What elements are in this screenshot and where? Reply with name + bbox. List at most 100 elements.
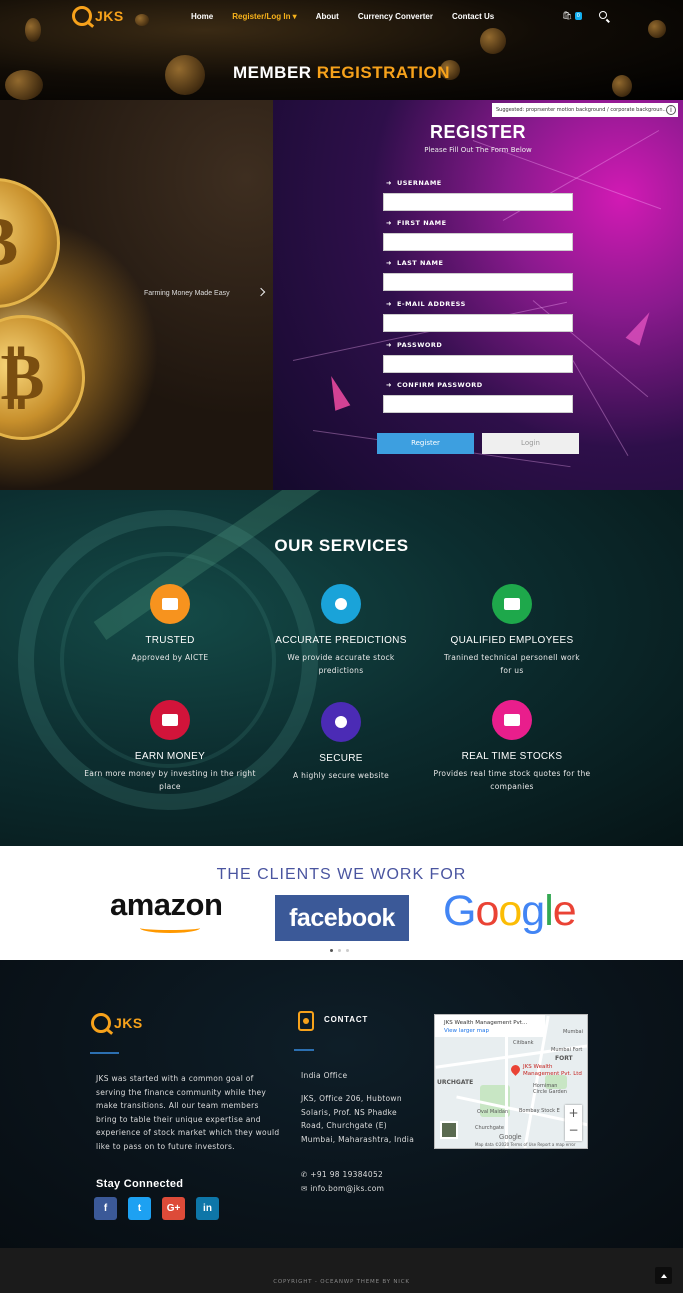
globe-icon [321, 702, 361, 742]
scroll-to-top-icon[interactable] [655, 1267, 672, 1284]
google-logo-letter: g [521, 887, 545, 935]
last-name-input[interactable] [383, 273, 573, 291]
carousel-dot[interactable] [330, 949, 333, 952]
map-label: FORT [555, 1055, 573, 1062]
google-logo[interactable]: Google [443, 887, 577, 936]
google-logo-letter: G [443, 887, 476, 935]
map-label: Mumbai [563, 1029, 583, 1035]
view-larger-map-link[interactable]: View larger map [444, 1027, 545, 1035]
handshake-icon [150, 584, 190, 624]
copyright-bar [0, 1248, 683, 1293]
map-pin-icon[interactable] [509, 1063, 522, 1076]
last-name-label: ➜ LAST NAME [386, 259, 444, 267]
facebook-logo[interactable]: facebook [275, 895, 409, 941]
map-label: Mumbai Fort [551, 1047, 583, 1053]
username-input[interactable] [383, 193, 573, 211]
service-name: REAL TIME STOCKS [461, 751, 563, 762]
coin-decoration [480, 28, 506, 54]
map-label: Citibank [513, 1040, 534, 1046]
arrow-right-icon: ➜ [386, 179, 392, 187]
register-button[interactable]: Register [377, 433, 474, 454]
service-name: QUALIFIED EMPLOYEES [450, 635, 574, 646]
page-title: MEMBER REGISTRATION [0, 63, 683, 83]
service-desc: Earn more money by investing in the righ… [84, 769, 256, 791]
id-card-icon [492, 584, 532, 624]
bitcoin-coin-image: ₿ [0, 315, 85, 440]
footer-logo[interactable]: JKS [91, 1013, 143, 1033]
cart-count-badge: 0 [574, 11, 582, 20]
slider-caption: Farming Money Made Easy [144, 290, 230, 297]
email-label: ➜ E-MAIL ADDRESS [386, 300, 466, 308]
carousel-dot[interactable] [346, 949, 349, 952]
info-icon[interactable]: i [666, 105, 676, 115]
facebook-icon[interactable]: f [94, 1197, 117, 1220]
service-trusted: TRUSTED Approved by AICTE [80, 584, 260, 664]
map-label: Churchgate [475, 1125, 504, 1131]
google-logo-letter: o [498, 887, 522, 935]
arrow-right-icon: ➜ [386, 259, 392, 267]
footer-about-text: JKS was started with a common goal of se… [96, 1074, 280, 1151]
google-logo-letter: l [544, 887, 554, 935]
cart-button[interactable]: 🛍 0 [562, 11, 582, 20]
map-label: Oval Maidan [477, 1109, 509, 1115]
arrow-right-icon: ➜ [386, 219, 392, 227]
service-name: TRUSTED [145, 635, 195, 646]
amazon-logo-text: amazon [110, 887, 223, 922]
nav-home[interactable]: Home [191, 12, 213, 21]
map-credit: Map data ©2020 Terms of Use Report a map… [475, 1142, 576, 1147]
search-icon[interactable] [599, 11, 607, 19]
coin-decoration [135, 14, 149, 26]
decorative-triangle [625, 308, 657, 346]
carousel-dot[interactable] [338, 949, 341, 952]
email-link[interactable]: info.bom@jks.com [310, 1184, 384, 1193]
service-secure: SECURE A highly secure website [251, 702, 431, 782]
map-pin-label: JKS Wealth Management Pvt. Ltd [523, 1064, 582, 1077]
amazon-logo[interactable]: amazon [110, 887, 238, 937]
nav-register-login[interactable]: Register/Log In ▾ [232, 12, 296, 21]
service-desc: Tranined technical personell work for us [444, 653, 580, 675]
twitter-icon[interactable]: t [128, 1197, 151, 1220]
linkedin-icon[interactable]: in [196, 1197, 219, 1220]
zoom-out-icon[interactable]: − [565, 1122, 582, 1139]
arrow-right-icon: ➜ [386, 300, 392, 308]
stay-connected-heading: Stay Connected [96, 1178, 184, 1190]
bitcoin-coin-image: ₿ [0, 178, 60, 308]
service-qualified-employees: QUALIFIED EMPLOYEES Tranined technical p… [422, 584, 602, 677]
site-header: JKS Home Register/Log In ▾ About Currenc… [0, 0, 683, 100]
password-input[interactable] [383, 355, 573, 373]
envelope-icon: ✉ [301, 1184, 308, 1193]
services-title: OUR SERVICES [274, 536, 409, 555]
phone-number[interactable]: +91 98 19384052 [310, 1170, 383, 1179]
login-button[interactable]: Login [482, 433, 579, 454]
confirm-password-input[interactable] [383, 395, 573, 413]
email-row: ✉ info.bom@jks.com [301, 1182, 421, 1196]
phone-row: ✆ +91 98 19384052 [301, 1168, 421, 1182]
page-title-part2: REGISTRATION [316, 63, 450, 82]
service-desc: Approved by AICTE [131, 653, 209, 662]
ad-suggestion-banner[interactable]: Suggested: proprsenter motion background… [492, 103, 678, 117]
service-desc: We provide accurate stock predictions [287, 653, 395, 675]
map-zoom-control[interactable]: + − [565, 1105, 582, 1141]
zoom-in-icon[interactable]: + [565, 1105, 582, 1122]
register-subtitle: Please Fill Out The Form Below [424, 146, 532, 154]
google-map-watermark: Google [499, 1134, 522, 1141]
cart-icon: 🛍 [562, 11, 573, 20]
service-name: ACCURATE PREDICTIONS [275, 635, 407, 646]
google-map[interactable]: JKS Wealth Management Pvt... View larger… [434, 1014, 588, 1149]
nav-currency-converter[interactable]: Currency Converter [358, 12, 433, 21]
email-input[interactable] [383, 314, 573, 332]
office-label: India Office [301, 1071, 348, 1080]
site-logo[interactable]: JKS [72, 6, 124, 26]
nav-contact-us[interactable]: Contact Us [452, 12, 494, 21]
contact-card-icon [298, 1011, 314, 1031]
contact-heading: CONTACT [324, 1015, 369, 1024]
register-background [273, 100, 683, 490]
footer-divider [294, 1049, 314, 1051]
footer-divider [90, 1052, 119, 1054]
service-accurate-predictions: ACCURATE PREDICTIONS We provide accurate… [251, 584, 431, 677]
carousel-dots [330, 949, 354, 952]
nav-about[interactable]: About [316, 12, 339, 21]
google-plus-icon[interactable]: G+ [162, 1197, 185, 1220]
first-name-input[interactable] [383, 233, 573, 251]
satellite-toggle[interactable] [440, 1121, 458, 1139]
